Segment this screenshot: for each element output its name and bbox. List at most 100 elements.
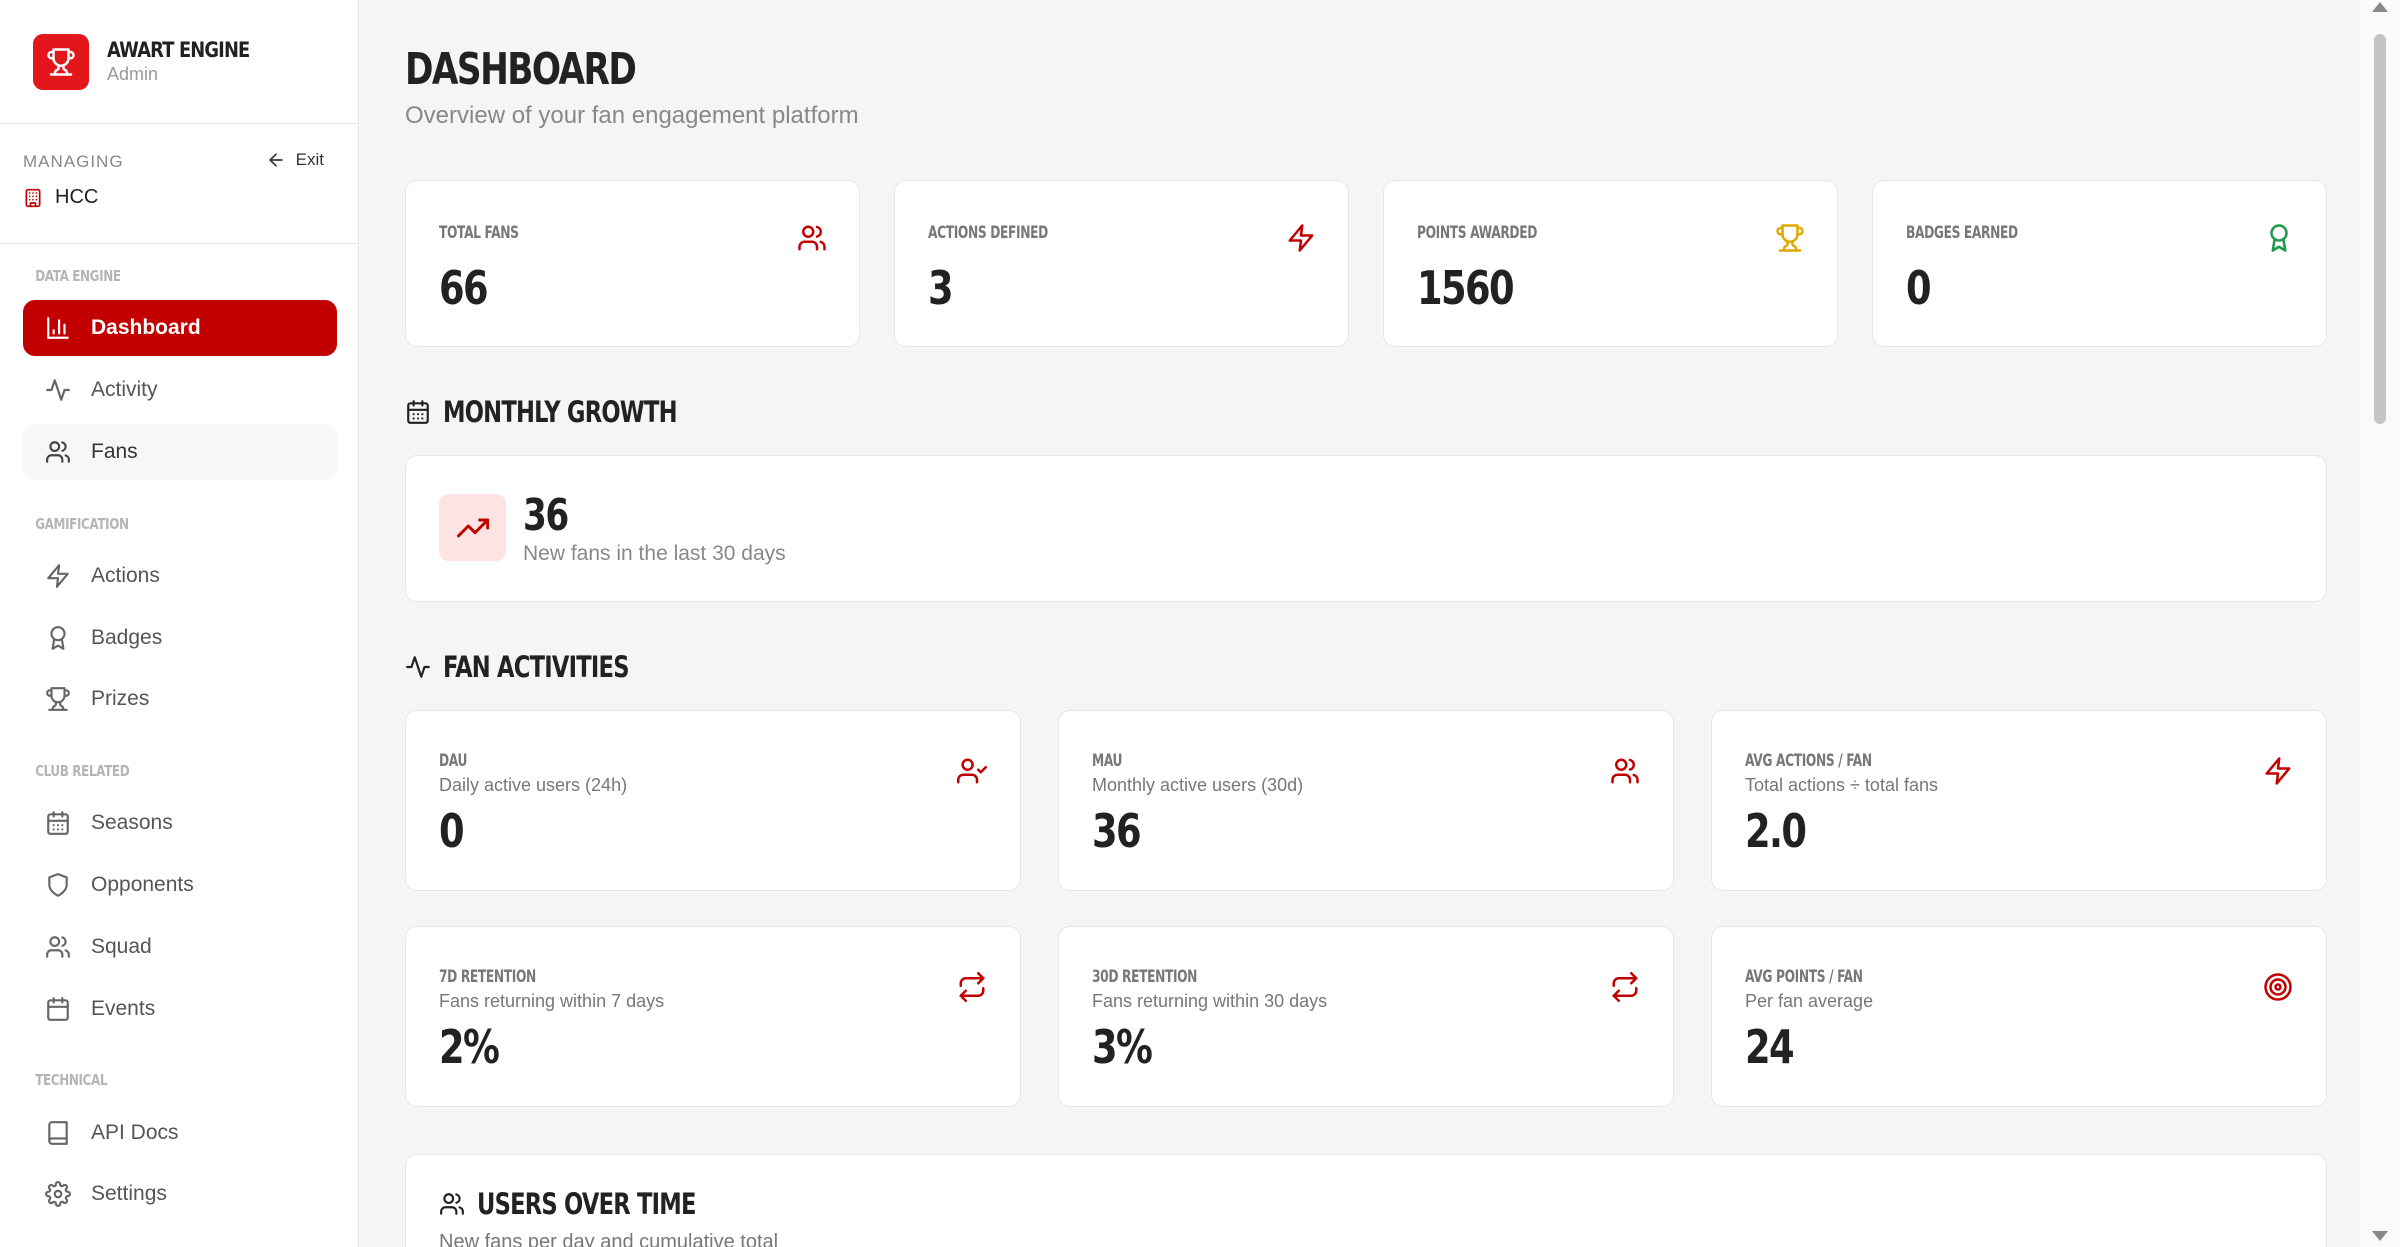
gear-icon xyxy=(45,1181,71,1207)
stat-value: 66 xyxy=(439,261,489,315)
users-icon xyxy=(46,936,70,958)
sidebar-item-label: Opponents xyxy=(91,873,194,896)
trophy-icon xyxy=(46,687,70,711)
activity-value: 2% xyxy=(439,1020,500,1074)
trophy-logo-icon xyxy=(33,33,89,90)
sidebar-item-activity[interactable]: Activity xyxy=(23,362,337,418)
monthly-growth-heading: MONTHLY GROWTH xyxy=(405,395,743,429)
section-title: MONTHLY GROWTH xyxy=(443,395,678,429)
building-icon xyxy=(25,188,41,207)
scrollbar-thumb[interactable] xyxy=(2374,34,2386,424)
activity-value: 36 xyxy=(1092,804,1142,858)
page-title: DASHBOARD xyxy=(405,44,637,95)
users-icon xyxy=(1611,758,1639,784)
brand-subtitle: Admin xyxy=(107,64,159,84)
brand-title: AWART ENGINE xyxy=(107,38,250,62)
activity-label: MAU xyxy=(1092,751,1123,771)
stat-card-total-fans: TOTAL FANS 66 xyxy=(405,180,860,347)
sidebar-item-badges[interactable]: Badges xyxy=(23,610,337,666)
shield-icon xyxy=(48,873,68,897)
activity-label: 7D RETENTION xyxy=(439,967,536,987)
trophy-icon xyxy=(1776,224,1804,252)
growth-description: New fans in the last 30 days xyxy=(523,542,786,565)
users-icon xyxy=(440,1193,464,1215)
calendar-icon xyxy=(407,400,429,424)
activity-label: AVG ACTIONS / FAN xyxy=(1745,751,1872,771)
award-icon xyxy=(50,626,66,650)
sidebar-item-label: Squad xyxy=(91,935,152,958)
activity-description: Fans returning within 30 days xyxy=(1092,991,1328,1011)
sidebar-item-squad[interactable]: Squad xyxy=(23,919,337,975)
sidebar-item-label: Fans xyxy=(91,440,138,463)
section-title: USERS OVER TIME xyxy=(477,1187,696,1221)
zap-icon xyxy=(47,564,69,588)
users-over-time-card: USERS OVER TIME New fans per day and cum… xyxy=(405,1154,2327,1247)
club-name: HCC xyxy=(55,186,99,208)
award-icon xyxy=(2270,224,2288,252)
activity-label: 30D RETENTION xyxy=(1092,967,1198,987)
stat-card-badges-earned: BADGES EARNED 0 xyxy=(1872,180,2327,347)
monthly-growth-card: 36 New fans in the last 30 days xyxy=(405,455,2327,602)
stat-card-points-awarded: POINTS AWARDED 1560 xyxy=(1383,180,1838,347)
calendar-icon xyxy=(47,811,69,835)
nav-section-data-engine: DATA ENGINE xyxy=(35,267,121,285)
users-icon xyxy=(46,441,70,463)
arrow-left-icon xyxy=(268,153,283,167)
activity-card-avg-actions: AVG ACTIONS / FAN Total actions ÷ total … xyxy=(1711,710,2327,891)
activity-label: AVG POINTS / FAN xyxy=(1745,967,1863,987)
sidebar-item-dashboard[interactable]: Dashboard xyxy=(23,300,337,356)
sidebar-item-label: Activity xyxy=(91,378,158,401)
activity-card-dau: DAU Daily active users (24h) 0 xyxy=(405,710,1021,891)
activity-value: 0 xyxy=(439,804,465,858)
sidebar-item-label: Prizes xyxy=(91,687,150,710)
stat-value: 0 xyxy=(1906,261,1932,315)
stat-card-actions-defined: ACTIONS DEFINED 3 xyxy=(894,180,1349,347)
brand-header: AWART ENGINE Admin xyxy=(0,0,358,124)
sidebar-item-settings[interactable]: Settings xyxy=(23,1166,337,1222)
users-over-time-heading: USERS OVER TIME xyxy=(439,1187,757,1221)
growth-value: 36 xyxy=(523,490,569,541)
users-over-time-subtitle: New fans per day and cumulative total xyxy=(439,1231,779,1247)
sidebar-item-prizes[interactable]: Prizes xyxy=(23,671,337,727)
stat-label: ACTIONS DEFINED xyxy=(928,223,1048,243)
stat-value: 3 xyxy=(928,261,954,315)
sidebar-item-label: API Docs xyxy=(91,1121,179,1144)
sidebar-item-fans[interactable]: Fans xyxy=(23,424,337,480)
sidebar-item-label: Dashboard xyxy=(91,316,201,339)
activity-card-avg-points: AVG POINTS / FAN Per fan average 24 xyxy=(1711,926,2327,1107)
activity-card-30d-retention: 30D RETENTION Fans returning within 30 d… xyxy=(1058,926,1674,1107)
bar-chart-icon xyxy=(47,317,69,339)
activity-label: DAU xyxy=(439,751,468,771)
trending-up-icon xyxy=(439,494,506,561)
sidebar-item-actions[interactable]: Actions xyxy=(23,548,337,604)
sidebar: AWART ENGINE Admin MANAGING Exit HCC DAT… xyxy=(0,0,359,1247)
sidebar-item-api-docs[interactable]: API Docs xyxy=(23,1105,337,1161)
book-icon xyxy=(48,1121,68,1145)
stat-value: 1560 xyxy=(1417,261,1515,315)
scroll-up-icon[interactable] xyxy=(2372,2,2388,12)
club-selector[interactable]: HCC xyxy=(23,186,335,209)
exit-label: Exit xyxy=(295,150,324,169)
sidebar-item-label: Badges xyxy=(91,626,163,649)
scroll-down-icon[interactable] xyxy=(2372,1231,2388,1241)
activity-icon xyxy=(46,379,70,401)
exit-button[interactable]: Exit xyxy=(266,150,324,170)
sidebar-item-events[interactable]: Events xyxy=(23,981,337,1037)
repeat-icon xyxy=(1612,972,1638,1002)
zap-icon xyxy=(1288,224,1314,252)
activity-value: 2.0 xyxy=(1745,804,1807,858)
sidebar-item-label: Settings xyxy=(91,1182,167,1205)
scrollbar[interactable] xyxy=(2360,0,2400,1247)
activity-description: Daily active users (24h) xyxy=(439,775,628,795)
activity-card-mau: MAU Monthly active users (30d) 36 xyxy=(1058,710,1674,891)
activity-description: Fans returning within 7 days xyxy=(439,991,665,1011)
sidebar-item-seasons[interactable]: Seasons xyxy=(23,795,337,851)
activity-value: 3% xyxy=(1092,1020,1153,1074)
sidebar-item-label: Events xyxy=(91,997,156,1020)
zap-icon xyxy=(2265,757,2291,785)
section-title: FAN ACTIVITIES xyxy=(443,650,629,684)
activity-icon xyxy=(406,656,430,678)
main-content: DASHBOARD Overview of your fan engagemen… xyxy=(360,0,2360,1247)
sidebar-item-opponents[interactable]: Opponents xyxy=(23,857,337,913)
target-icon xyxy=(2264,973,2292,1001)
